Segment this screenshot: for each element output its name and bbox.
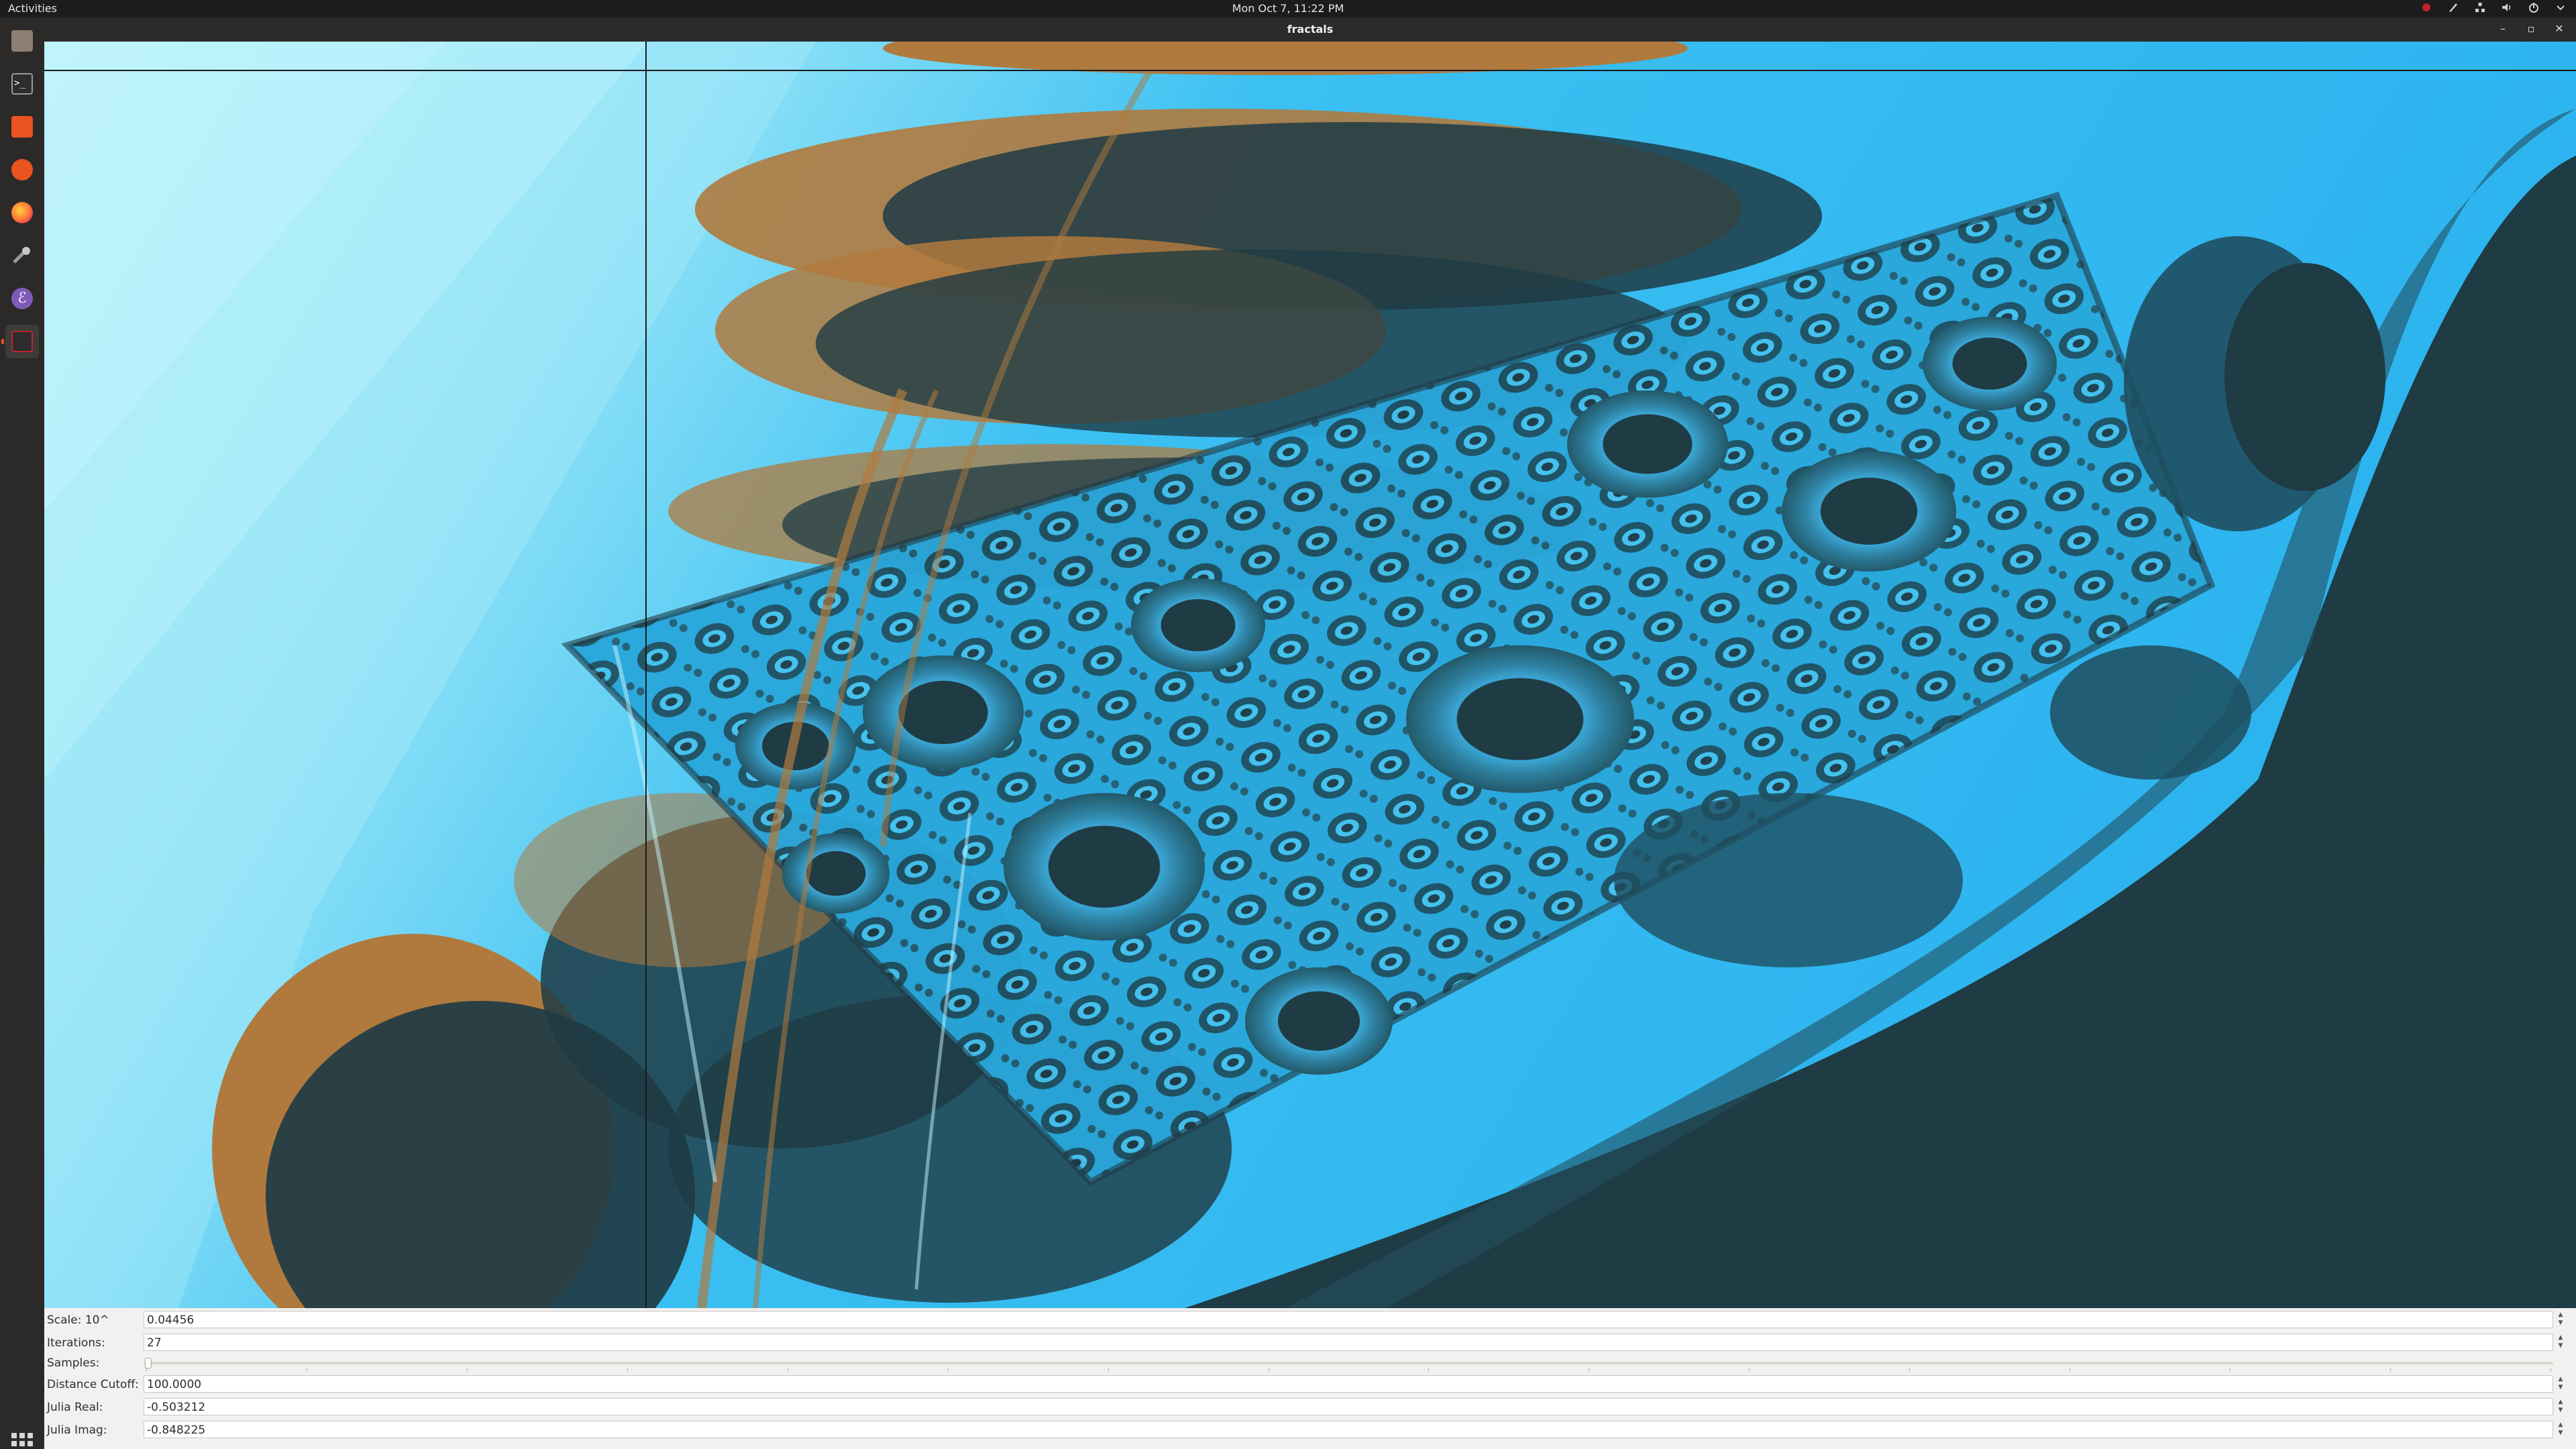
fractals-window: fractals – ▫ ✕ Scale: 10^ 0.04456 ▲ ▼ It…: [44, 17, 2576, 1449]
dock-item-emacs[interactable]: ℰ: [5, 282, 39, 315]
title-bar[interactable]: fractals – ▫ ✕: [44, 17, 2576, 42]
julia-imag-spin-arrows[interactable]: ▲ ▼: [2554, 1421, 2567, 1438]
iterations-value[interactable]: 27: [147, 1336, 162, 1350]
samples-slider-track[interactable]: [144, 1362, 2553, 1364]
slider-tick: [466, 1368, 468, 1371]
samples-label: Samples:: [47, 1356, 100, 1370]
distance-cutoff-value[interactable]: 100.0000: [147, 1378, 201, 1391]
scale-spinbox[interactable]: 0.04456 ▲ ▼: [144, 1311, 2563, 1328]
slider-tick: [627, 1368, 628, 1371]
system-tray[interactable]: [2420, 1, 2567, 13]
dock-item-fractals[interactable]: [5, 325, 39, 358]
slider-tick: [1428, 1368, 1430, 1371]
scale-row: Scale: 10^ 0.04456 ▲ ▼: [44, 1309, 2576, 1330]
distance-cutoff-spin-arrows[interactable]: ▲ ▼: [2554, 1375, 2567, 1393]
slider-tick: [1108, 1368, 1109, 1371]
close-button[interactable]: ✕: [2552, 21, 2567, 36]
show-applications-button[interactable]: [11, 1433, 33, 1449]
power-icon[interactable]: [2528, 1, 2540, 13]
maximize-button[interactable]: ▫: [2524, 21, 2538, 36]
active-app-indicator: [1, 339, 4, 344]
dock-item-files[interactable]: [5, 24, 39, 58]
volume-icon[interactable]: [2501, 1, 2513, 13]
dock-item-tools[interactable]: [5, 239, 39, 272]
slider-tick: [1749, 1368, 1750, 1371]
iterations-label: Iterations:: [47, 1336, 105, 1350]
fractal-image: [44, 42, 2576, 1308]
emacs-icon: ℰ: [11, 288, 33, 309]
julia-imag-label: Julia Imag:: [47, 1424, 107, 1437]
fractal-canvas[interactable]: [44, 42, 2576, 1308]
samples-slider-handle[interactable]: [145, 1358, 152, 1368]
julia-real-row: Julia Real: -0.503212 ▲ ▼: [44, 1397, 2576, 1417]
dock-item-podcast[interactable]: [5, 153, 39, 186]
julia-real-label: Julia Real:: [47, 1401, 103, 1414]
terminal-icon: >_: [11, 73, 33, 95]
dock-item-calculator[interactable]: [5, 110, 39, 144]
calculator-icon: [11, 116, 33, 138]
iterations-spinbox[interactable]: 27 ▲ ▼: [144, 1334, 2563, 1351]
scale-spin-arrows[interactable]: ▲ ▼: [2554, 1311, 2567, 1328]
slider-tick: [1909, 1368, 1911, 1371]
dock-item-terminal[interactable]: >_: [5, 67, 39, 101]
samples-row: Samples:: [44, 1352, 2576, 1373]
podcast-icon: [11, 159, 33, 180]
scale-label: Scale: 10^: [47, 1313, 109, 1327]
controls-panel: Scale: 10^ 0.04456 ▲ ▼ Iterations: 27 ▲ ▼ …: [44, 1308, 2576, 1449]
top-bar: Activities Mon Oct 7, 11:22 PM: [0, 0, 2576, 17]
dock-item-firefox[interactable]: [5, 196, 39, 229]
chevron-down-icon[interactable]: [2555, 1, 2567, 13]
julia-imag-value[interactable]: -0.848225: [147, 1424, 205, 1437]
fractals-app-icon: [11, 331, 33, 352]
julia-imag-row: Julia Imag: -0.848225 ▲ ▼: [44, 1419, 2576, 1440]
clock[interactable]: Mon Oct 7, 11:22 PM: [0, 2, 2576, 15]
window-title: fractals: [1287, 23, 1334, 36]
alert-icon[interactable]: [2420, 1, 2432, 13]
slider-tick: [2230, 1368, 2231, 1371]
minimize-button[interactable]: –: [2496, 21, 2510, 36]
iterations-spin-arrows[interactable]: ▲ ▼: [2554, 1334, 2567, 1351]
distance-cutoff-spinbox[interactable]: 100.0000 ▲ ▼: [144, 1375, 2563, 1393]
slider-tick: [146, 1368, 147, 1371]
network-icon[interactable]: [2474, 1, 2486, 13]
julia-real-value[interactable]: -0.503212: [147, 1401, 205, 1414]
files-icon: [11, 30, 33, 52]
julia-imag-spinbox[interactable]: -0.848225 ▲ ▼: [144, 1421, 2563, 1438]
dock: >_ ℰ: [0, 17, 44, 1449]
julia-real-spin-arrows[interactable]: ▲ ▼: [2554, 1398, 2567, 1415]
slider-tick: [947, 1368, 949, 1371]
iterations-row: Iterations: 27 ▲ ▼: [44, 1332, 2576, 1352]
tools-icon: [11, 245, 33, 266]
julia-real-spinbox[interactable]: -0.503212 ▲ ▼: [144, 1398, 2563, 1415]
distance-cutoff-label: Distance Cutoff:: [47, 1378, 139, 1391]
scale-value[interactable]: 0.04456: [147, 1313, 194, 1327]
distance-cutoff-row: Distance Cutoff: 100.0000 ▲ ▼: [44, 1374, 2576, 1394]
pen-icon[interactable]: [2447, 1, 2459, 13]
slider-tick: [2390, 1368, 2392, 1371]
firefox-icon: [11, 202, 33, 223]
